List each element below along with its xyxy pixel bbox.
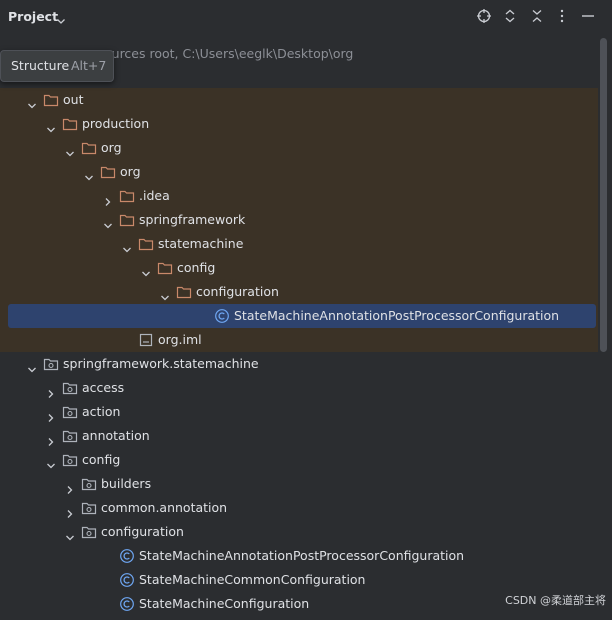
module-file-icon xyxy=(138,332,154,348)
package-folder-icon xyxy=(81,524,97,540)
package-folder-icon xyxy=(62,404,78,420)
chevron-down-icon[interactable] xyxy=(27,359,37,373)
hide-icon[interactable] xyxy=(580,8,596,24)
tree-row[interactable]: configuration xyxy=(0,520,598,544)
chevron-down-icon[interactable] xyxy=(160,287,170,301)
chevron-down-icon[interactable] xyxy=(141,263,151,277)
vertical-scrollbar[interactable] xyxy=(600,38,607,352)
tree-row-label: springframework.statemachine xyxy=(63,356,259,371)
tree-row-label: out xyxy=(63,92,84,107)
chevron-down-icon[interactable] xyxy=(46,119,56,133)
tree-row[interactable]: annotation xyxy=(0,424,598,448)
tree-row-label: production xyxy=(82,116,150,131)
package-folder-icon xyxy=(62,428,78,444)
chevron-right-icon[interactable] xyxy=(46,431,56,446)
tree-row-label: org xyxy=(101,140,122,155)
tree-row-label: action xyxy=(82,404,121,419)
package-folder-icon xyxy=(43,356,59,372)
tree-row-label: org.iml xyxy=(158,332,202,347)
tree-row[interactable]: StateMachineCommonConfiguration xyxy=(0,568,598,592)
chevron-down-icon[interactable] xyxy=(65,143,75,157)
crosshair-icon[interactable] xyxy=(476,8,492,24)
tree-row[interactable]: org xyxy=(0,136,598,160)
package-folder-icon xyxy=(81,500,97,516)
class-icon xyxy=(119,572,135,588)
tree-row-label: builders xyxy=(101,476,152,491)
tree-row-label: statemachine xyxy=(158,236,244,251)
tree-row-label: annotation xyxy=(82,428,150,443)
tree-row[interactable]: .idea xyxy=(0,184,598,208)
tool-window-header: Project xyxy=(0,0,612,34)
tree-row-label: config xyxy=(177,260,216,275)
tree-row-label: StateMachineAnnotationPostProcessorConfi… xyxy=(234,308,560,323)
tooltip-title: Structure xyxy=(11,58,70,73)
tree-row[interactable]: org xyxy=(0,160,598,184)
tree-row[interactable]: configuration xyxy=(0,280,598,304)
tree-row-label: .idea xyxy=(139,188,170,203)
class-icon xyxy=(119,596,135,612)
folder-icon xyxy=(81,140,97,156)
watermark-text: CSDN @柔道部主将 xyxy=(505,594,606,607)
package-folder-icon xyxy=(62,452,78,468)
tree-row[interactable]: action xyxy=(0,400,598,424)
chevron-down-icon[interactable] xyxy=(65,527,75,541)
chevron-down-icon[interactable] xyxy=(46,455,56,469)
structure-tooltip: Structure Alt+7 xyxy=(0,50,114,82)
tree-row-label: configuration xyxy=(101,524,184,539)
chevron-right-icon[interactable] xyxy=(65,479,75,494)
folder-icon xyxy=(43,92,59,108)
tree-row-label: org xyxy=(120,164,141,179)
collapse-icon[interactable] xyxy=(529,8,545,24)
tree-row-label: config xyxy=(82,452,121,467)
chevron-right-icon[interactable] xyxy=(46,407,56,422)
chevron-down-icon[interactable] xyxy=(56,11,66,30)
folder-icon xyxy=(62,116,78,132)
chevron-down-icon[interactable] xyxy=(27,95,37,109)
tree-row-label: StateMachineAnnotationPostProcessorConfi… xyxy=(139,548,465,563)
chevron-down-icon[interactable] xyxy=(84,167,94,181)
chevron-right-icon[interactable] xyxy=(65,503,75,518)
tree-row[interactable]: org.iml xyxy=(0,328,598,352)
tree-row-label: StateMachineCommonConfiguration xyxy=(139,572,366,587)
chevron-down-icon[interactable] xyxy=(122,239,132,253)
tool-window-title[interactable]: Project xyxy=(8,9,58,24)
tree-row[interactable]: config xyxy=(0,448,598,472)
folder-icon xyxy=(157,260,173,276)
tree-row-label: StateMachineConfiguration xyxy=(139,596,310,611)
chevron-right-icon[interactable] xyxy=(46,383,56,398)
tree-row-label: access xyxy=(82,380,125,395)
tree-row[interactable]: StateMachineAnnotationPostProcessorConfi… xyxy=(0,304,598,328)
folder-icon xyxy=(138,236,154,252)
chevron-down-icon[interactable] xyxy=(103,215,113,229)
expand-icon[interactable] xyxy=(502,8,518,24)
folder-icon xyxy=(119,188,135,204)
folder-icon xyxy=(119,212,135,228)
class-icon xyxy=(214,308,230,324)
project-tree[interactable]: out production org org .idea springframework s… xyxy=(0,40,598,612)
tree-row[interactable]: config xyxy=(0,256,598,280)
chevron-right-icon[interactable] xyxy=(103,191,113,206)
tree-row-label: configuration xyxy=(196,284,279,299)
tree-row-label: common.annotation xyxy=(101,500,228,515)
tree-row[interactable]: springframework.statemachine xyxy=(0,352,598,376)
more-options-icon[interactable] xyxy=(554,8,570,24)
tree-row[interactable]: builders xyxy=(0,472,598,496)
tree-row[interactable]: access xyxy=(0,376,598,400)
tree-row[interactable]: common.annotation xyxy=(0,496,598,520)
tree-row[interactable]: production xyxy=(0,112,598,136)
folder-icon xyxy=(176,284,192,300)
tree-row[interactable]: out xyxy=(0,88,598,112)
package-folder-icon xyxy=(62,380,78,396)
tree-row[interactable]: StateMachineAnnotationPostProcessorConfi… xyxy=(0,544,598,568)
tooltip-shortcut: Alt+7 xyxy=(71,58,107,73)
tree-row[interactable]: springframework xyxy=(0,208,598,232)
package-folder-icon xyxy=(81,476,97,492)
folder-icon xyxy=(100,164,116,180)
tree-row[interactable]: statemachine xyxy=(0,232,598,256)
tree-row-label: springframework xyxy=(139,212,246,227)
class-icon xyxy=(119,548,135,564)
